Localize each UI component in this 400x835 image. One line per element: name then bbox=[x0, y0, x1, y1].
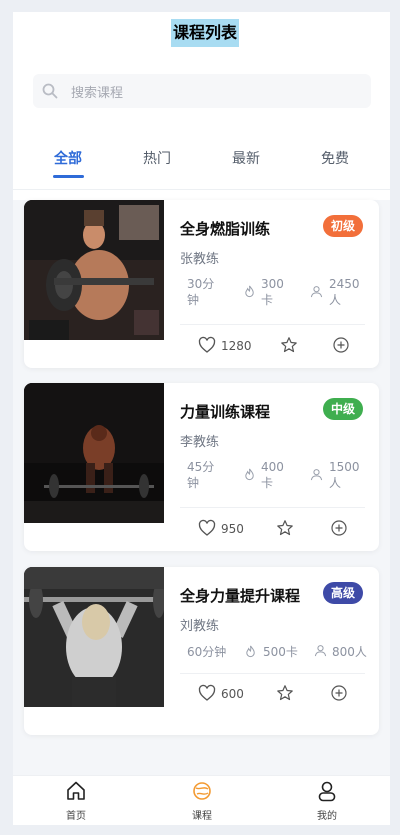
coach-name: 张教练 bbox=[180, 252, 220, 267]
heart-icon[interactable] bbox=[198, 519, 216, 537]
divider bbox=[180, 673, 365, 674]
coach-name: 刘教练 bbox=[180, 619, 220, 634]
course-title: 力量训练课程 bbox=[180, 403, 271, 421]
flame-icon bbox=[245, 285, 254, 298]
participants-stat: 800人 bbox=[332, 645, 367, 659]
search-icon bbox=[42, 83, 58, 99]
divider bbox=[180, 507, 365, 508]
duration-stat: 60分钟 bbox=[187, 645, 227, 659]
course-image bbox=[24, 200, 164, 340]
duration-value: 30分 bbox=[187, 277, 215, 291]
divider bbox=[13, 189, 390, 190]
coach-name: 李教练 bbox=[180, 435, 220, 450]
participants-unit: 人 bbox=[329, 293, 342, 307]
course-card[interactable]: 全身力量提升课程 高级 刘教练 60分钟 500卡 800人 600 bbox=[24, 567, 379, 735]
duration-stat: 45分 钟 bbox=[187, 459, 214, 491]
category-tabs: 全部 热门 最新 免费 bbox=[13, 144, 390, 184]
course-card[interactable]: 全身燃脂训练 初级 张教练 30分 钟 300 卡 2450 人 1280 bbox=[24, 200, 379, 368]
like-count: 600 bbox=[221, 687, 244, 701]
course-icon bbox=[193, 782, 211, 800]
participants-stat: 2450 人 bbox=[329, 276, 360, 308]
nav-label: 首页 bbox=[66, 811, 86, 822]
star-icon[interactable] bbox=[276, 684, 294, 702]
course-image bbox=[24, 383, 164, 523]
divider bbox=[180, 324, 365, 325]
course-title: 全身燃脂训练 bbox=[180, 220, 271, 238]
course-image bbox=[24, 567, 164, 707]
heart-icon[interactable] bbox=[198, 684, 216, 702]
nav-profile[interactable]: 我的 bbox=[297, 776, 357, 825]
tab-all[interactable]: 全部 bbox=[54, 148, 82, 168]
user-icon bbox=[310, 286, 323, 298]
nav-home[interactable]: 首页 bbox=[46, 776, 106, 825]
duration-value: 45分 bbox=[187, 460, 215, 474]
calories-stat: 400 卡 bbox=[261, 459, 284, 491]
user-icon bbox=[314, 645, 327, 657]
user-icon bbox=[310, 469, 323, 481]
tab-active-indicator bbox=[53, 175, 84, 178]
home-icon bbox=[67, 781, 85, 800]
add-circle-icon[interactable] bbox=[332, 336, 350, 354]
level-badge: 初级 bbox=[322, 215, 363, 237]
participants-stat: 1500 人 bbox=[329, 459, 360, 491]
star-icon[interactable] bbox=[280, 336, 298, 354]
flame-icon bbox=[246, 645, 255, 658]
add-circle-icon[interactable] bbox=[330, 519, 348, 537]
nav-label: 我的 bbox=[317, 811, 337, 822]
profile-icon bbox=[318, 781, 336, 802]
like-count: 950 bbox=[221, 522, 244, 536]
tab-new[interactable]: 最新 bbox=[232, 148, 260, 168]
calories-value: 300 bbox=[261, 277, 284, 291]
search-input[interactable]: 搜索课程 bbox=[33, 74, 371, 108]
course-card[interactable]: 力量训练课程 中级 李教练 45分 钟 400 卡 1500 人 950 bbox=[24, 383, 379, 551]
duration-stat: 30分 钟 bbox=[187, 276, 214, 308]
calories-stat: 300 卡 bbox=[261, 276, 284, 308]
heart-icon[interactable] bbox=[198, 336, 216, 354]
level-badge: 中级 bbox=[322, 398, 363, 420]
bottom-nav: 首页 课程 我的 bbox=[13, 775, 390, 825]
calories-value: 400 bbox=[261, 460, 284, 474]
calories-unit: 卡 bbox=[261, 476, 274, 490]
search-placeholder: 搜索课程 bbox=[71, 86, 124, 101]
add-circle-icon[interactable] bbox=[330, 684, 348, 702]
level-badge: 高级 bbox=[322, 582, 363, 604]
course-title: 全身力量提升课程 bbox=[180, 587, 301, 605]
participants-value: 2450 bbox=[329, 277, 360, 291]
app-screen: 课程列表 搜索课程 全部 热门 最新 免费 全身燃脂训练 初级 张教练 30分 … bbox=[13, 12, 390, 825]
duration-unit: 钟 bbox=[187, 476, 200, 490]
flame-icon bbox=[245, 468, 254, 481]
duration-unit: 钟 bbox=[187, 293, 200, 307]
page-title: 课程列表 bbox=[171, 19, 240, 47]
tab-hot[interactable]: 热门 bbox=[143, 148, 171, 168]
nav-label: 课程 bbox=[192, 811, 212, 822]
star-icon[interactable] bbox=[276, 519, 294, 537]
participants-value: 1500 bbox=[329, 460, 360, 474]
participants-unit: 人 bbox=[329, 476, 342, 490]
tab-free[interactable]: 免费 bbox=[321, 148, 349, 168]
header-area: 课程列表 搜索课程 全部 热门 最新 免费 bbox=[13, 12, 390, 200]
nav-courses[interactable]: 课程 bbox=[172, 776, 232, 825]
calories-unit: 卡 bbox=[261, 293, 274, 307]
calories-stat: 500卡 bbox=[263, 645, 298, 659]
like-count: 1280 bbox=[221, 339, 252, 353]
